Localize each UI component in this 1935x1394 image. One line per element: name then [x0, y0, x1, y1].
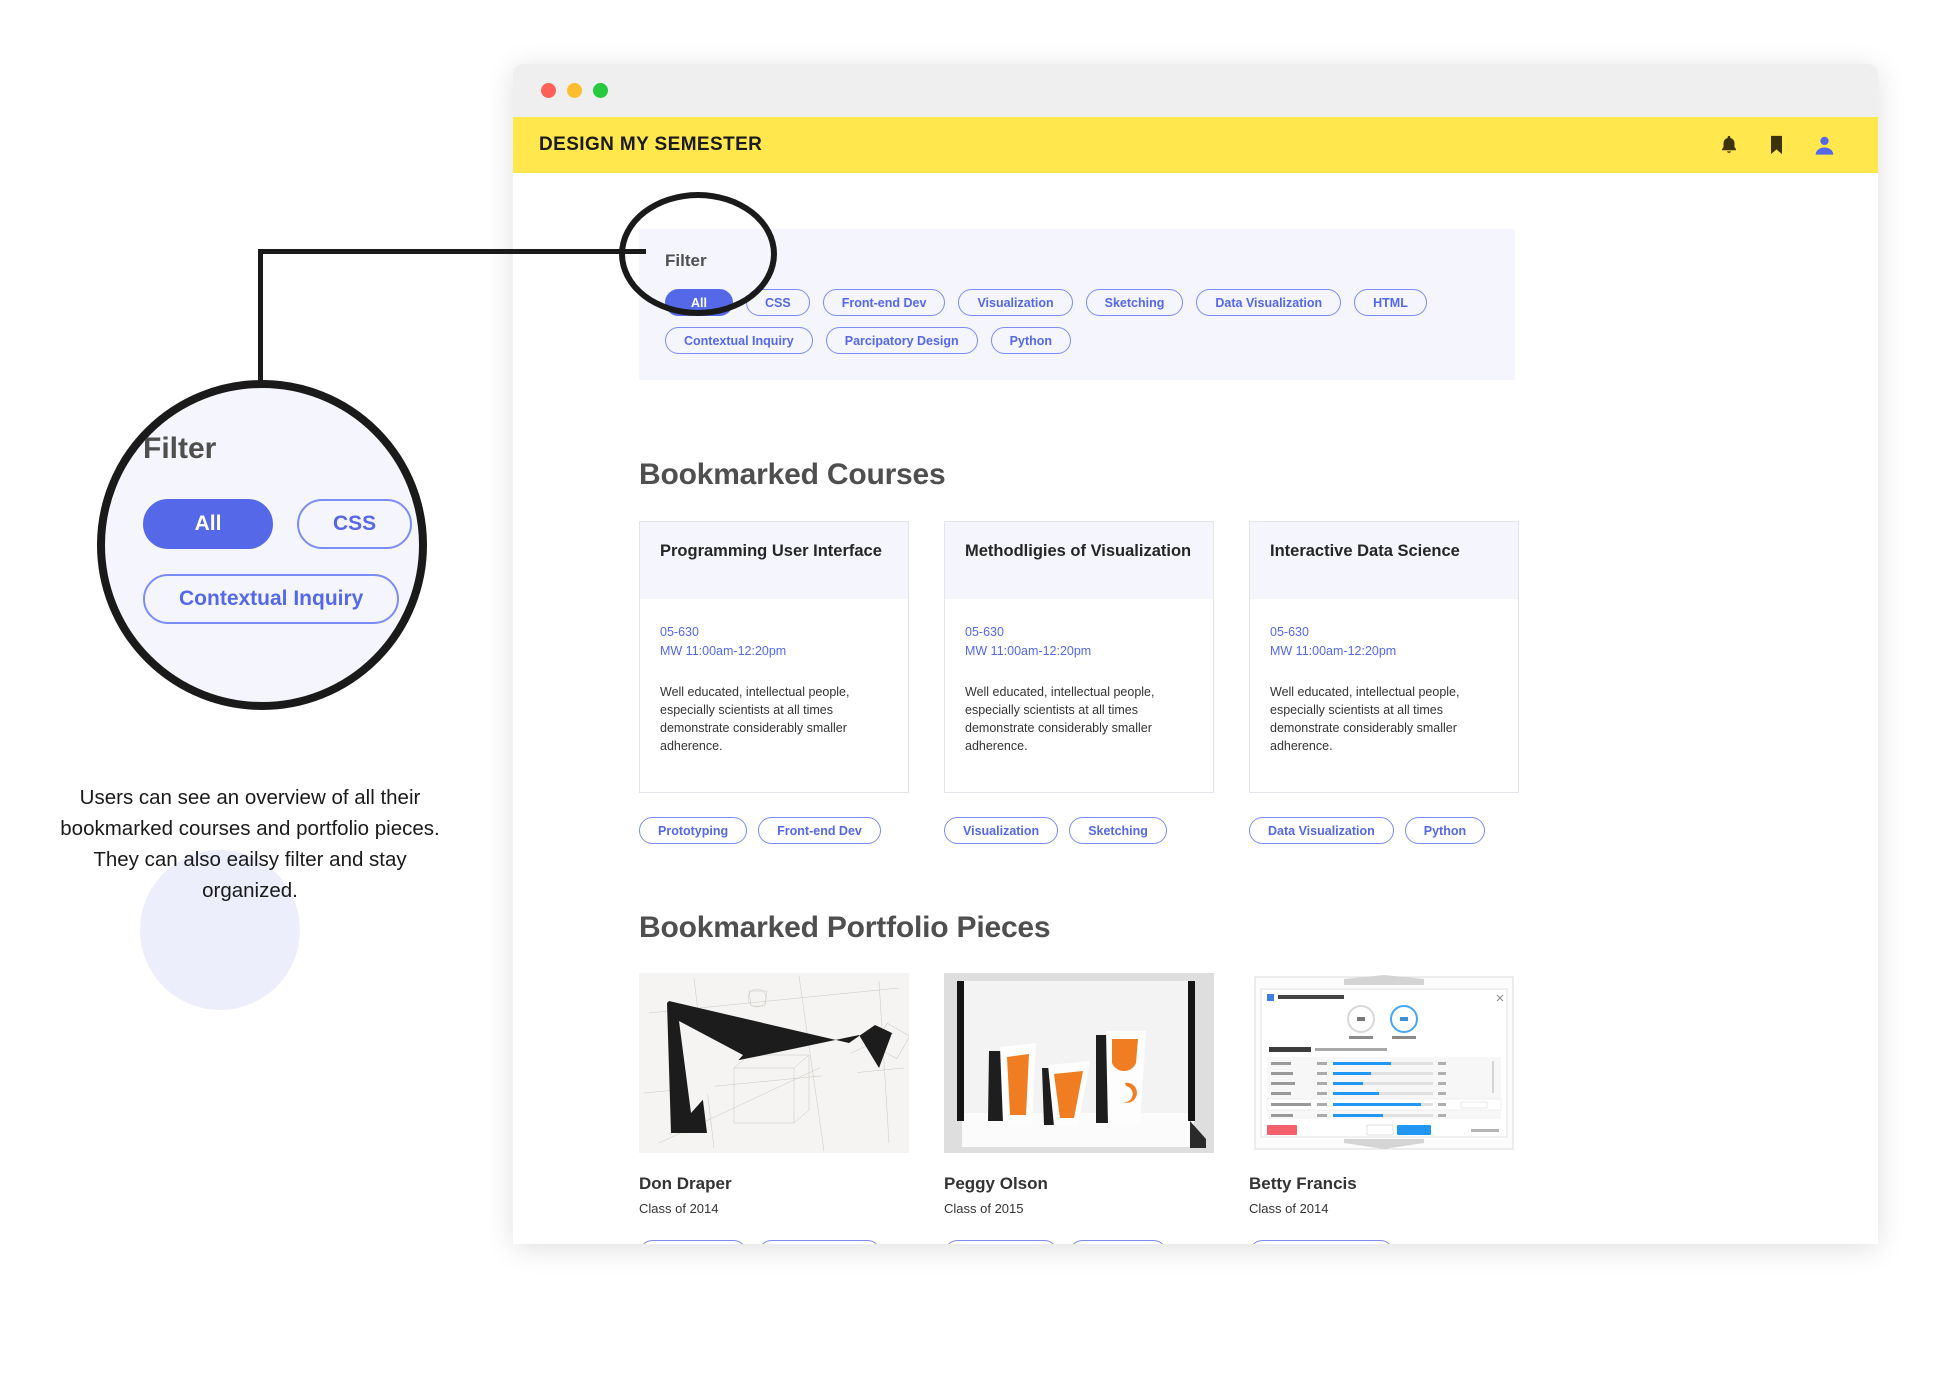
portfolio-person-name: Betty Francis: [1249, 1174, 1357, 1193]
typography-sketch-image[interactable]: [639, 973, 909, 1153]
app-header-actions: [1718, 134, 1836, 157]
filter-panel-label: Filter: [665, 251, 707, 270]
portfolio-tag-row: Visualization Sketching: [944, 1240, 1214, 1244]
course-tag[interactable]: Prototyping: [639, 817, 748, 844]
course-code: 05-630: [660, 625, 699, 639]
app-title: DESIGN MY SEMESTER: [539, 134, 763, 155]
course-tag[interactable]: Python: [1404, 817, 1486, 844]
course-card[interactable]: Methodligies of Visualization 05-630 MW …: [944, 521, 1214, 793]
course-description: Well educated, intellectual people, espe…: [965, 684, 1155, 753]
magnified-chip-all[interactable]: All: [143, 499, 273, 549]
filter-chip-html[interactable]: HTML: [1354, 289, 1427, 316]
course-column: Methodligies of Visualization 05-630 MW …: [944, 521, 1214, 844]
bookmarked-courses-heading: Bookmarked Courses: [639, 458, 946, 491]
filter-chip-contextual-inquiry[interactable]: Contextual Inquiry: [665, 327, 813, 354]
magnified-chip-row-1: All CSS: [143, 499, 419, 549]
portfolio-person-name: Don Draper: [639, 1174, 732, 1193]
course-description: Well educated, intellectual people, espe…: [660, 684, 850, 753]
course-card-header: Programming User Interface: [640, 522, 908, 599]
course-description: Well educated, intellectual people, espe…: [1270, 684, 1460, 753]
bookmark-icon[interactable]: [1767, 134, 1786, 156]
magnified-chip-contextual-inquiry[interactable]: Contextual Inquiry: [143, 574, 400, 624]
course-time: MW 11:00am-12:20pm: [660, 643, 787, 658]
bookmarked-courses-grid: Programming User Interface 05-630 MW 11:…: [639, 521, 1519, 844]
course-card-header: Methodligies of Visualization: [945, 522, 1213, 599]
portfolio-tag-row: Data Visualization: [1249, 1240, 1519, 1244]
portfolio-tag[interactable]: Sketching: [1069, 1240, 1167, 1244]
filter-magnified-callout: Filter All CSS Contextual Inquiry: [97, 380, 427, 710]
maximize-window-button[interactable]: [593, 83, 608, 98]
portfolio-column: Don Draper Class of 2014 Prototyping Fro…: [639, 973, 909, 1244]
annotation-caption: Users can see an overview of all their b…: [60, 786, 440, 903]
close-window-button[interactable]: [541, 83, 556, 98]
magnified-filter-label: Filter: [143, 432, 217, 465]
callout-connector-vertical: [258, 249, 263, 389]
portfolio-tag[interactable]: Prototyping: [639, 1240, 748, 1244]
filter-chip-front-end-dev[interactable]: Front-end Dev: [822, 289, 946, 316]
course-tag[interactable]: Visualization: [944, 817, 1059, 844]
course-tag[interactable]: Front-end Dev: [758, 817, 881, 844]
paper-cups-photo[interactable]: [944, 973, 1214, 1153]
portfolio-tag[interactable]: Data Visualization: [1249, 1240, 1394, 1244]
app-header-bar: DESIGN MY SEMESTER: [513, 117, 1878, 173]
course-tag-row: Visualization Sketching: [944, 817, 1214, 844]
course-title: Methodligies of Visualization: [965, 542, 1192, 560]
portfolio-column: Peggy Olson Class of 2015 Visualization …: [944, 973, 1214, 1244]
course-column: Programming User Interface 05-630 MW 11:…: [639, 521, 909, 844]
course-time: MW 11:00am-12:20pm: [965, 643, 1092, 658]
filter-chip-data-visualization[interactable]: Data Visualization: [1196, 289, 1342, 316]
bookmarked-portfolio-heading: Bookmarked Portfolio Pieces: [639, 911, 1051, 944]
portfolio-tag-row: Prototyping Front-end Dev: [639, 1240, 909, 1244]
course-card-body: 05-630 MW 11:00am-12:20pm Well educated,…: [1250, 599, 1518, 755]
portfolio-tag[interactable]: Visualization: [944, 1240, 1059, 1244]
page-content: Filter All CSS Front-end Dev Visualizati…: [513, 173, 1878, 1244]
portfolio-person-class: Class of 2015: [944, 1201, 1024, 1216]
course-tag[interactable]: Data Visualization: [1249, 817, 1394, 844]
filter-highlight-ring: [619, 192, 777, 316]
course-card[interactable]: Interactive Data Science 05-630 MW 11:00…: [1249, 521, 1519, 793]
minimize-window-button[interactable]: [567, 83, 582, 98]
filter-chip-python[interactable]: Python: [990, 327, 1072, 354]
course-column: Interactive Data Science 05-630 MW 11:00…: [1249, 521, 1519, 844]
filter-chip-sketching[interactable]: Sketching: [1085, 289, 1184, 316]
bell-icon[interactable]: [1718, 134, 1740, 156]
course-tag[interactable]: Sketching: [1069, 817, 1167, 844]
portfolio-person-name: Peggy Olson: [944, 1174, 1048, 1193]
filter-chip-row: All CSS Front-end Dev Visualization Sket…: [665, 289, 1489, 354]
magnified-chip-css[interactable]: CSS: [297, 499, 413, 549]
course-code: 05-630: [1270, 625, 1309, 639]
course-title: Interactive Data Science: [1270, 542, 1460, 560]
portfolio-column: Betty Francis Class of 2014 Data Visuali…: [1249, 973, 1519, 1244]
portfolio-person-class: Class of 2014: [1249, 1201, 1329, 1216]
course-card-body: 05-630 MW 11:00am-12:20pm Well educated,…: [945, 599, 1213, 755]
dashboard-screenshot[interactable]: [1249, 973, 1519, 1153]
course-code: 05-630: [965, 625, 1004, 639]
magnified-content: Filter All CSS Contextual Inquiry: [105, 388, 419, 702]
filter-chip-visualization[interactable]: Visualization: [958, 289, 1073, 316]
course-card-header: Interactive Data Science: [1250, 522, 1518, 599]
window-titlebar: [513, 64, 1878, 117]
portfolio-tag[interactable]: Front-end Dev: [758, 1240, 881, 1244]
magnified-chip-row-2: Contextual Inquiry: [143, 574, 419, 624]
portfolio-person-class: Class of 2014: [639, 1201, 719, 1216]
course-title: Programming User Interface: [660, 542, 882, 560]
course-card[interactable]: Programming User Interface 05-630 MW 11:…: [639, 521, 909, 793]
course-card-body: 05-630 MW 11:00am-12:20pm Well educated,…: [640, 599, 908, 755]
course-time: MW 11:00am-12:20pm: [1270, 643, 1397, 658]
filter-chip-parcipatory-design[interactable]: Parcipatory Design: [825, 327, 978, 354]
course-tag-row: Data Visualization Python: [1249, 817, 1519, 844]
account-icon[interactable]: [1813, 134, 1836, 157]
bookmarked-portfolio-grid: Don Draper Class of 2014 Prototyping Fro…: [639, 973, 1519, 1244]
callout-connector-horizontal: [258, 249, 646, 254]
course-tag-row: Prototyping Front-end Dev: [639, 817, 909, 844]
